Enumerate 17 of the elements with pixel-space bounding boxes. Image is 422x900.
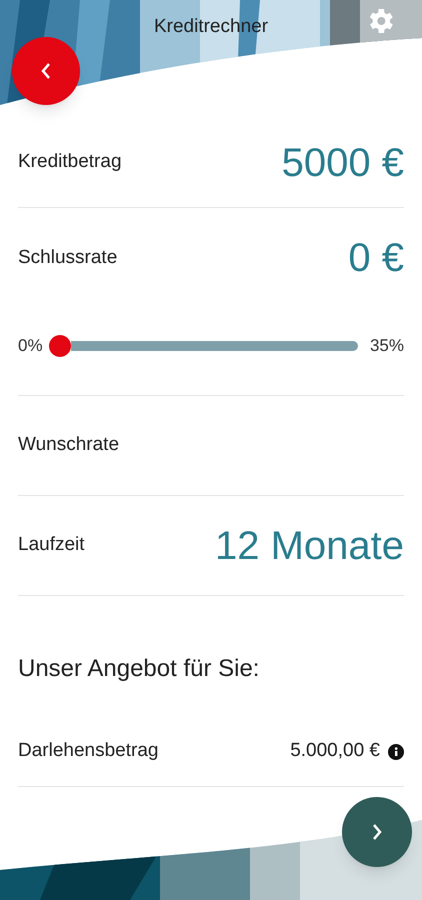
field-label: Kreditbetrag — [18, 150, 122, 174]
field-value[interactable]: 12 Monate — [214, 516, 404, 576]
field-value[interactable]: 5000 € — [282, 132, 404, 192]
slider-thumb[interactable] — [48, 334, 71, 356]
slider-min-label: 0% — [18, 334, 43, 357]
screen-title: Kreditrechner — [152, 15, 270, 39]
field-label: Laufzeit — [18, 533, 85, 558]
field-label: Wunschrate — [18, 433, 120, 458]
field-value[interactable]: 0 € — [348, 228, 404, 288]
offer-label: Darlehensbetrag — [18, 739, 158, 764]
field-label: Schlussrate — [18, 246, 118, 270]
chevron-left-icon — [39, 62, 53, 80]
chevron-right-icon — [370, 823, 384, 841]
offer-value: 5.000,00 € — [290, 739, 380, 764]
info-icon[interactable] — [388, 744, 404, 760]
slider-max-label: 35% — [370, 334, 404, 357]
section-heading: Unser Angebot für Sie: — [18, 654, 260, 684]
